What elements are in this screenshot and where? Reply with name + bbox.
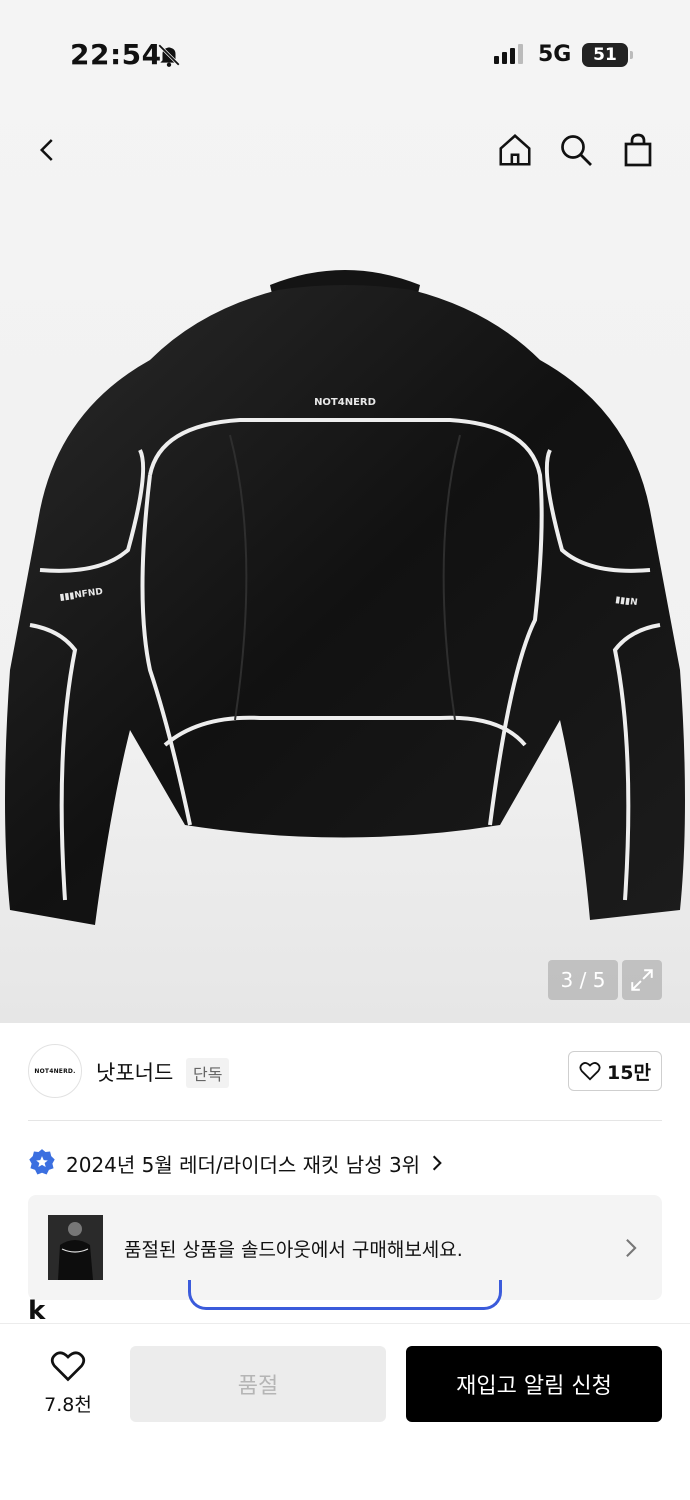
soldout-banner-text: 품절된 상품을 솔드아웃에서 구매해보세요. — [124, 1239, 463, 1261]
soldout-button[interactable]: 품절 — [130, 1346, 386, 1422]
home-icon — [499, 134, 531, 166]
battery-level: 51 — [593, 45, 617, 65]
brand-logo-text: NOT4NERD. — [34, 1067, 76, 1075]
heart-icon — [579, 1062, 601, 1081]
brand-like-count: 15만 — [607, 1061, 651, 1084]
partially-hidden-button — [188, 1280, 502, 1310]
wish-button[interactable]: 7.8천 — [28, 1348, 108, 1417]
heart-icon — [50, 1351, 86, 1382]
brand-logo[interactable]: NOT4NERD. — [28, 1044, 82, 1098]
product-photo-jacket: NOT4NERD ▮▮▮NFND ▮▮▮N — [5, 270, 685, 925]
back-arrow-icon — [39, 139, 53, 161]
ranking-text: 2024년 5월 레더/라이더스 재킷 남성 3위 — [66, 1152, 421, 1177]
chevron-right-icon — [432, 1155, 442, 1171]
ranking-badge-icon — [29, 1149, 55, 1175]
battery-icon: 51 — [582, 43, 633, 67]
product-image-gallery[interactable]: NOT4NERD ▮▮▮NFND ▮▮▮N 22:54 5G 51 3 / 5 — [0, 0, 690, 1023]
network-type: 5G — [538, 42, 572, 67]
clipped-text: k — [28, 1296, 46, 1326]
jacket-logo-text: NOT4NERD — [314, 397, 376, 408]
exclusive-badge: 단독 — [186, 1058, 230, 1088]
image-counter: 3 / 5 — [548, 960, 618, 1000]
bottom-action-bar: 7.8천 품절 재입고 알림 신청 — [0, 1323, 690, 1500]
restock-alert-button[interactable]: 재입고 알림 신청 — [406, 1346, 662, 1422]
shopping-bag-icon — [624, 133, 652, 167]
chevron-right-icon — [626, 1239, 637, 1257]
status-bar: 22:54 5G 51 — [0, 0, 690, 110]
soldout-thumbnail — [48, 1215, 103, 1280]
expand-icon — [631, 969, 653, 991]
fullscreen-button[interactable] — [622, 960, 662, 1000]
home-button[interactable] — [493, 128, 537, 172]
cellular-signal-icon — [494, 44, 523, 64]
brand-name[interactable]: 낫포너드 — [96, 1057, 173, 1087]
bell-off-icon — [158, 44, 180, 67]
search-button[interactable] — [554, 128, 598, 172]
cart-button[interactable] — [616, 128, 660, 172]
divider — [28, 1120, 662, 1121]
search-icon — [561, 135, 592, 166]
wish-count: 7.8천 — [44, 1394, 92, 1416]
back-button[interactable] — [26, 128, 70, 172]
status-time: 22:54 — [70, 38, 162, 71]
brand-like-button[interactable]: 15만 — [568, 1051, 662, 1091]
ranking-link[interactable]: 2024년 5월 레더/라이더스 재킷 남성 3위 — [28, 1148, 444, 1178]
